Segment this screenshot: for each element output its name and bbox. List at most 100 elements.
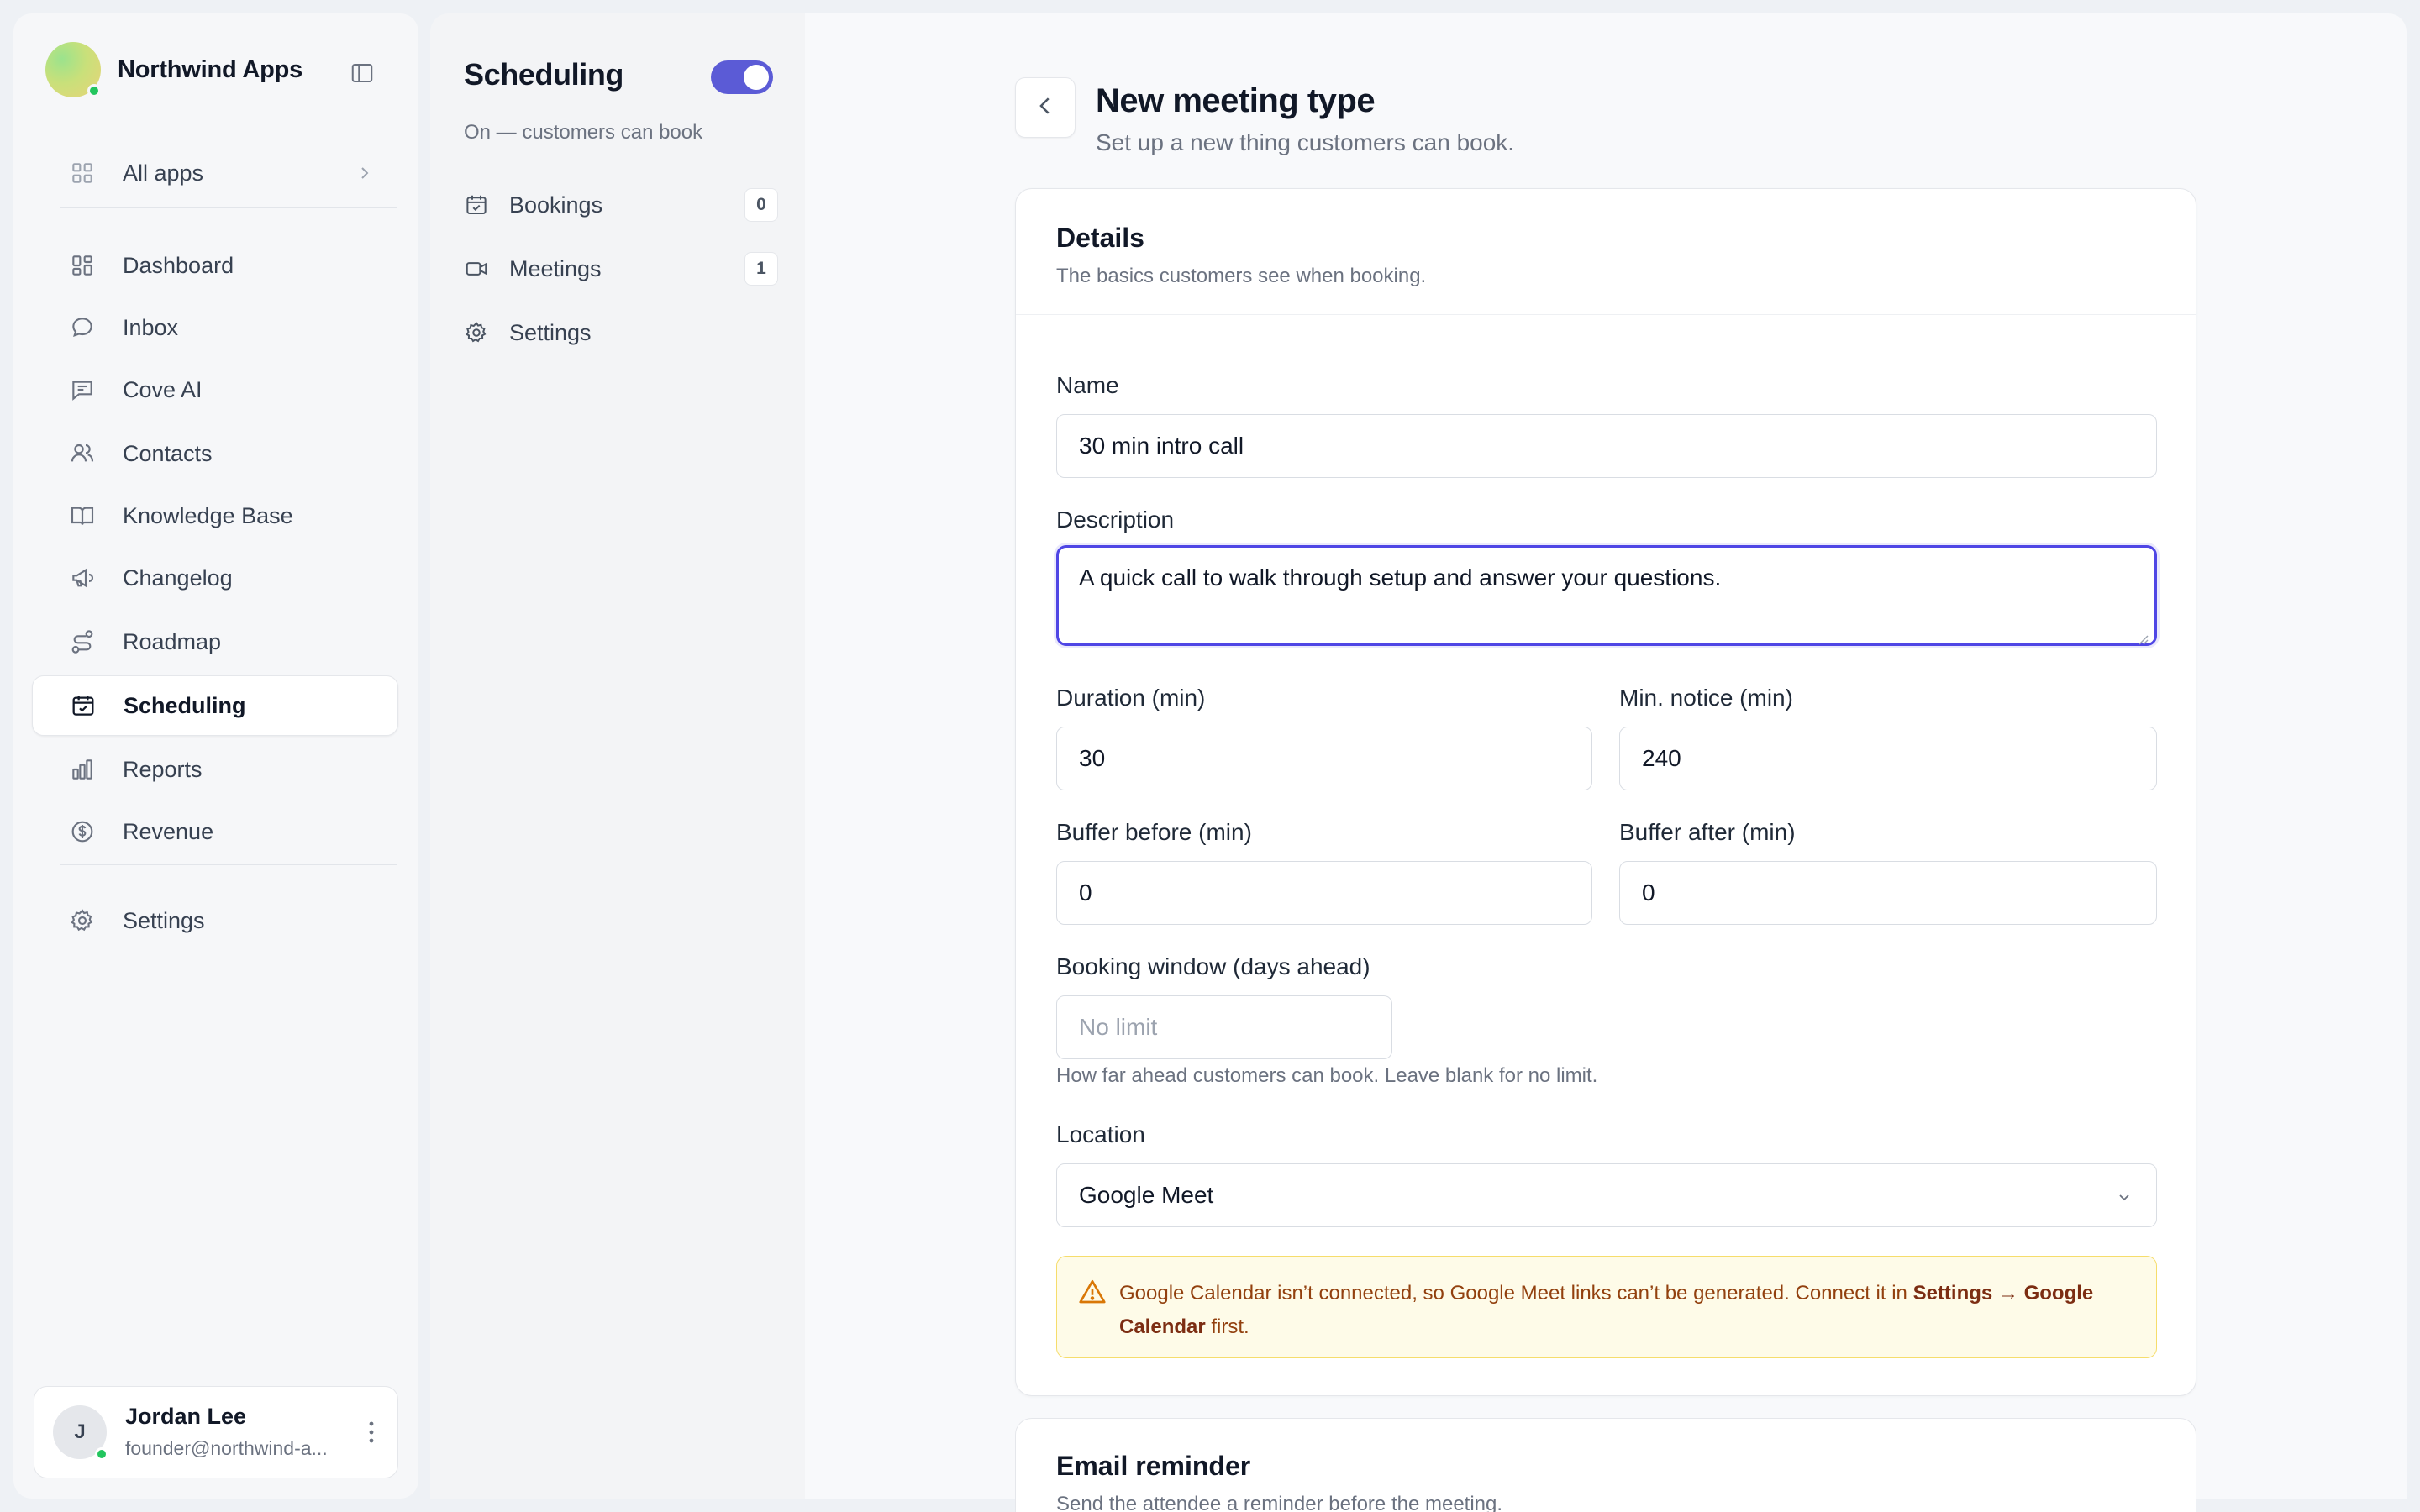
min-notice-input[interactable]: 240 (1619, 727, 2157, 790)
sidebar-item-knowledge-base[interactable]: Knowledge Base (32, 486, 398, 546)
page-subtitle: Set up a new thing customers can book. (1096, 129, 1515, 155)
description-value: A quick call to walk through setup and a… (1079, 564, 1722, 591)
avatar: J (53, 1405, 108, 1461)
route-icon (69, 628, 96, 655)
message-square-icon (69, 376, 96, 403)
booking-window-input[interactable]: No limit (1056, 995, 1392, 1059)
bar-chart-icon (69, 756, 96, 783)
scheduling-subnav: Scheduling On — customers can book Booki… (430, 13, 805, 1499)
email-reminder-card: Email reminder Send the attendee a remin… (1015, 1418, 2196, 1512)
buffer-after-input[interactable]: 0 (1619, 861, 2157, 925)
min-notice-label: Min. notice (min) (1619, 685, 1793, 711)
sidebar-item-roadmap[interactable]: Roadmap (32, 612, 398, 672)
online-indicator (87, 84, 101, 97)
sidebar-item-label: Inbox (123, 314, 179, 340)
chevron-right-icon (355, 163, 375, 183)
scheduling-toggle[interactable] (711, 60, 773, 94)
subnav-status: On — customers can book (464, 121, 703, 144)
main-sidebar: Northwind Apps All apps Dashboard Inbox … (13, 13, 418, 1499)
sidebar-item-label: Scheduling (124, 692, 246, 718)
more-vertical-icon[interactable] (367, 1419, 376, 1446)
gear-icon (69, 907, 96, 934)
resize-grip-icon[interactable] (2136, 625, 2149, 645)
main-content: New meeting type Set up a new thing cust… (805, 13, 2407, 1512)
buffer-before-label: Buffer before (min) (1056, 819, 1252, 845)
buffer-after-label: Buffer after (min) (1619, 819, 1796, 845)
sidebar-item-label: Cove AI (123, 376, 203, 402)
alert-text: Google Calendar isn’t connected, so Goog… (1119, 1277, 2128, 1344)
dashboard-icon (69, 252, 96, 279)
sidebar-item-label: Contacts (123, 440, 213, 466)
toggle-knob (744, 65, 769, 90)
users-icon (69, 440, 96, 467)
sidebar-item-revenue[interactable]: Revenue (32, 801, 398, 862)
subnav-item-meetings[interactable]: Meetings 1 (455, 244, 778, 294)
video-camera-icon (464, 256, 489, 281)
booking-window-help: How far ahead customers can book. Leave … (1056, 1064, 1598, 1087)
avatar-initial: J (74, 1420, 86, 1443)
subnav-title: Scheduling (464, 57, 624, 92)
card-title: Details (1056, 223, 1144, 253)
calendar-check-icon (70, 692, 97, 719)
book-icon (69, 502, 96, 529)
card-header: Details The basics customers see when bo… (1016, 189, 2196, 315)
sidebar-item-inbox[interactable]: Inbox (32, 297, 398, 358)
location-value: Google Meet (1079, 1182, 1214, 1208)
megaphone-icon (69, 564, 96, 591)
name-input[interactable]: 30 min intro call (1056, 414, 2157, 478)
sidebar-toggle-icon[interactable] (350, 60, 375, 86)
calendar-check-icon (464, 192, 489, 218)
gear-icon (464, 320, 489, 345)
subnav-item-bookings[interactable]: Bookings 0 (455, 180, 778, 230)
sidebar-item-label: Changelog (123, 564, 233, 591)
duration-input[interactable]: 30 (1056, 727, 1592, 790)
description-textarea[interactable]: A quick call to walk through setup and a… (1056, 545, 2157, 646)
dollar-circle-icon (69, 818, 96, 845)
all-apps-label: All apps (123, 160, 204, 186)
subnav-item-settings[interactable]: Settings (455, 307, 778, 358)
sidebar-item-changelog[interactable]: Changelog (32, 548, 398, 608)
user-email: founder@northwind-a... (125, 1437, 328, 1459)
divider (60, 864, 397, 865)
sidebar-item-cove-ai[interactable]: Cove AI (32, 360, 398, 420)
card-subtitle: The basics customers see when booking. (1056, 265, 1427, 287)
brand[interactable]: Northwind Apps (45, 42, 302, 97)
sidebar-item-settings[interactable]: Settings (32, 890, 398, 951)
count-badge: 1 (744, 252, 778, 286)
buffer-before-input[interactable]: 0 (1056, 861, 1592, 925)
sidebar-item-label: Revenue (123, 818, 214, 844)
subnav-item-label: Settings (509, 319, 592, 345)
location-label: Location (1056, 1121, 1145, 1147)
chevron-left-icon (1033, 93, 1058, 123)
online-indicator (95, 1447, 108, 1461)
sidebar-item-label: Settings (123, 907, 205, 933)
brand-name: Northwind Apps (118, 55, 303, 83)
sidebar-item-contacts[interactable]: Contacts (32, 423, 398, 484)
calendar-warning-alert: Google Calendar isn’t connected, so Goog… (1056, 1256, 2157, 1358)
all-apps-link[interactable]: All apps (32, 143, 398, 203)
duration-label: Duration (min) (1056, 685, 1206, 711)
sidebar-item-scheduling[interactable]: Scheduling (32, 675, 398, 736)
sidebar-item-reports[interactable]: Reports (32, 739, 398, 800)
location-select[interactable]: Google Meet (1056, 1163, 2157, 1227)
brand-logo (45, 42, 101, 97)
sidebar-item-dashboard[interactable]: Dashboard (32, 235, 398, 296)
grid-icon (69, 160, 96, 186)
count-badge: 0 (744, 188, 778, 222)
alert-message: Google Calendar isn’t connected, so Goog… (1119, 1282, 1913, 1305)
name-label: Name (1056, 372, 1119, 398)
user-card[interactable]: J Jordan Lee founder@northwind-a... (34, 1386, 398, 1478)
warning-triangle-icon (1077, 1277, 1107, 1307)
card-title: Email reminder (1056, 1451, 1251, 1481)
subnav-item-label: Bookings (509, 192, 603, 218)
chat-bubble-icon (69, 314, 96, 341)
booking-window-label: Booking window (days ahead) (1056, 953, 1370, 979)
description-label: Description (1056, 507, 1175, 533)
alert-tail: first. (1205, 1315, 1249, 1338)
page-title: New meeting type (1096, 82, 1376, 119)
chevron-down-icon (2114, 1186, 2134, 1206)
user-name: Jordan Lee (125, 1404, 247, 1429)
back-button[interactable] (1015, 77, 1076, 138)
details-card: Details The basics customers see when bo… (1015, 188, 2196, 1396)
subnav-item-label: Meetings (509, 255, 602, 281)
